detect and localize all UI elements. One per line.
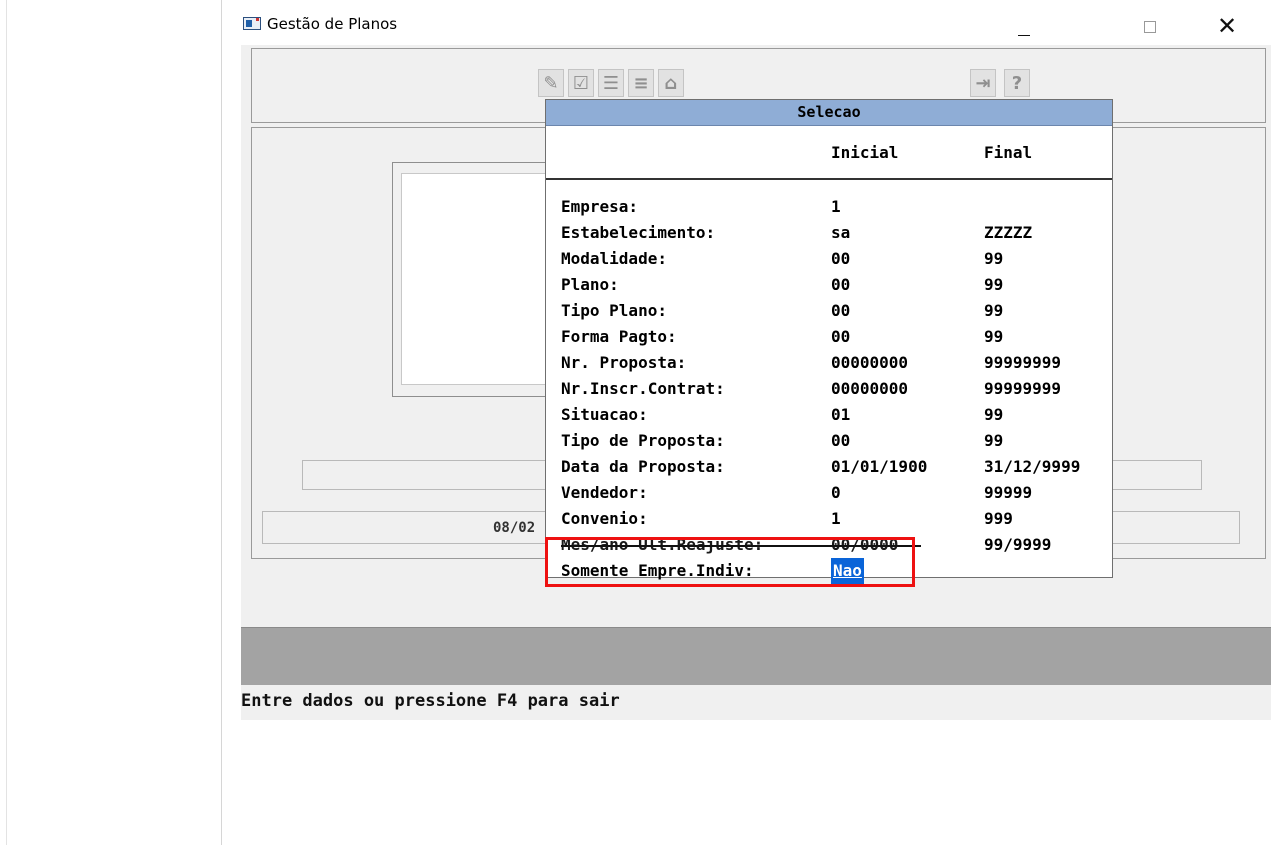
field-inicial[interactable]: 01 — [831, 402, 850, 428]
exit-icon[interactable]: ⇥ — [970, 69, 996, 97]
highlight-annotation — [545, 537, 915, 587]
column-header-inicial: Inicial — [831, 143, 899, 162]
row-estabelecimento: Estabelecimento: sa ZZZZZ — [561, 220, 1106, 246]
field-inicial[interactable]: 00 — [831, 428, 850, 454]
message-band — [241, 627, 1271, 685]
field-final[interactable]: 999 — [984, 506, 1013, 532]
help-icon[interactable]: ? — [1004, 69, 1030, 97]
indent-list-icon[interactable]: ≡ — [628, 69, 654, 97]
row-tipo-plano: Tipo Plano: 00 99 — [561, 298, 1106, 324]
status-message: Entre dados ou pressione F4 para sair — [241, 691, 620, 711]
list-icon[interactable]: ☰ — [598, 69, 624, 97]
selection-fields: Empresa: 1 Estabelecimento: sa ZZZZZ Mod… — [561, 194, 1106, 584]
dialog-title: Selecao — [546, 100, 1112, 126]
status-field-text: 08/02 — [493, 520, 536, 536]
left-divider — [221, 0, 222, 845]
field-inicial[interactable]: 00000000 — [831, 376, 908, 402]
check-list-icon[interactable]: ☑ — [568, 69, 594, 97]
row-plano: Plano: 00 99 — [561, 272, 1106, 298]
field-label: Convenio: — [561, 509, 648, 528]
field-inicial[interactable]: 1 — [831, 194, 841, 220]
field-inicial[interactable]: 00000000 — [831, 350, 908, 376]
row-nr-proposta: Nr. Proposta: 00000000 99999999 — [561, 350, 1106, 376]
close-button[interactable]: ✕ — [1205, 8, 1249, 44]
field-final[interactable]: ZZZZZ — [984, 220, 1032, 246]
field-final[interactable]: 31/12/9999 — [984, 454, 1080, 480]
field-label: Data da Proposta: — [561, 457, 725, 476]
app-window-icon — [243, 17, 261, 30]
field-inicial[interactable]: 1 — [831, 506, 841, 532]
field-final[interactable]: 99 — [984, 428, 1003, 454]
minimize-button[interactable] — [1002, 8, 1046, 44]
field-inicial[interactable]: 0 — [831, 480, 841, 506]
field-final[interactable]: 99999999 — [984, 350, 1061, 376]
row-forma-pagto: Forma Pagto: 00 99 — [561, 324, 1106, 350]
row-situacao: Situacao: 01 99 — [561, 402, 1106, 428]
image-frame — [392, 162, 562, 397]
row-data-da-proposta: Data da Proposta: 01/01/1900 31/12/9999 — [561, 454, 1106, 480]
field-final[interactable]: 99/9999 — [984, 532, 1051, 558]
field-label: Plano: — [561, 275, 619, 294]
field-label: Vendedor: — [561, 483, 648, 502]
maximize-button[interactable] — [1127, 8, 1171, 44]
image-area — [401, 173, 549, 385]
window-title: Gestão de Planos — [267, 15, 398, 33]
field-label: Empresa: — [561, 197, 639, 216]
field-inicial[interactable]: 00 — [831, 272, 850, 298]
row-modalidade: Modalidade: 00 99 — [561, 246, 1106, 272]
header-divider — [546, 178, 1112, 180]
field-inicial[interactable]: 01/01/1900 — [831, 454, 927, 480]
field-inicial[interactable]: sa — [831, 220, 850, 246]
field-label: Nr. Proposta: — [561, 353, 687, 372]
row-tipo-de-proposta: Tipo de Proposta: 00 99 — [561, 428, 1106, 454]
field-label: Estabelecimento: — [561, 223, 716, 242]
field-final[interactable]: 99 — [984, 298, 1003, 324]
row-convenio: Convenio: 1 999 — [561, 506, 1106, 532]
tools-icon[interactable]: ✎ — [538, 69, 564, 97]
field-final[interactable]: 99 — [984, 324, 1003, 350]
field-label: Tipo de Proposta: — [561, 431, 725, 450]
field-final[interactable]: 99 — [984, 402, 1003, 428]
home-icon[interactable]: ⌂ — [658, 69, 684, 97]
field-label: Situacao: — [561, 405, 648, 424]
selecao-dialog: Selecao Inicial Final Empresa: 1 Estabel… — [545, 99, 1113, 584]
left-edge-line — [6, 0, 7, 845]
field-final[interactable]: 99 — [984, 272, 1003, 298]
field-final[interactable]: 99 — [984, 246, 1003, 272]
field-final[interactable]: 99999999 — [984, 376, 1061, 402]
field-inicial[interactable]: 00 — [831, 246, 850, 272]
window-titlebar[interactable]: Gestão de Planos ✕ — [222, 0, 1287, 50]
field-label: Modalidade: — [561, 249, 667, 268]
field-label: Forma Pagto: — [561, 327, 677, 346]
row-vendedor: Vendedor: 0 99999 — [561, 480, 1106, 506]
field-final[interactable]: 99999 — [984, 480, 1032, 506]
column-header-final: Final — [984, 143, 1033, 162]
field-inicial[interactable]: 00 — [831, 324, 850, 350]
field-label: Tipo Plano: — [561, 301, 667, 320]
field-label: Nr.Inscr.Contrat: — [561, 379, 725, 398]
field-inicial[interactable]: 00 — [831, 298, 850, 324]
row-empresa: Empresa: 1 — [561, 194, 1106, 220]
row-nr-inscr-contrat: Nr.Inscr.Contrat: 00000000 99999999 — [561, 376, 1106, 402]
